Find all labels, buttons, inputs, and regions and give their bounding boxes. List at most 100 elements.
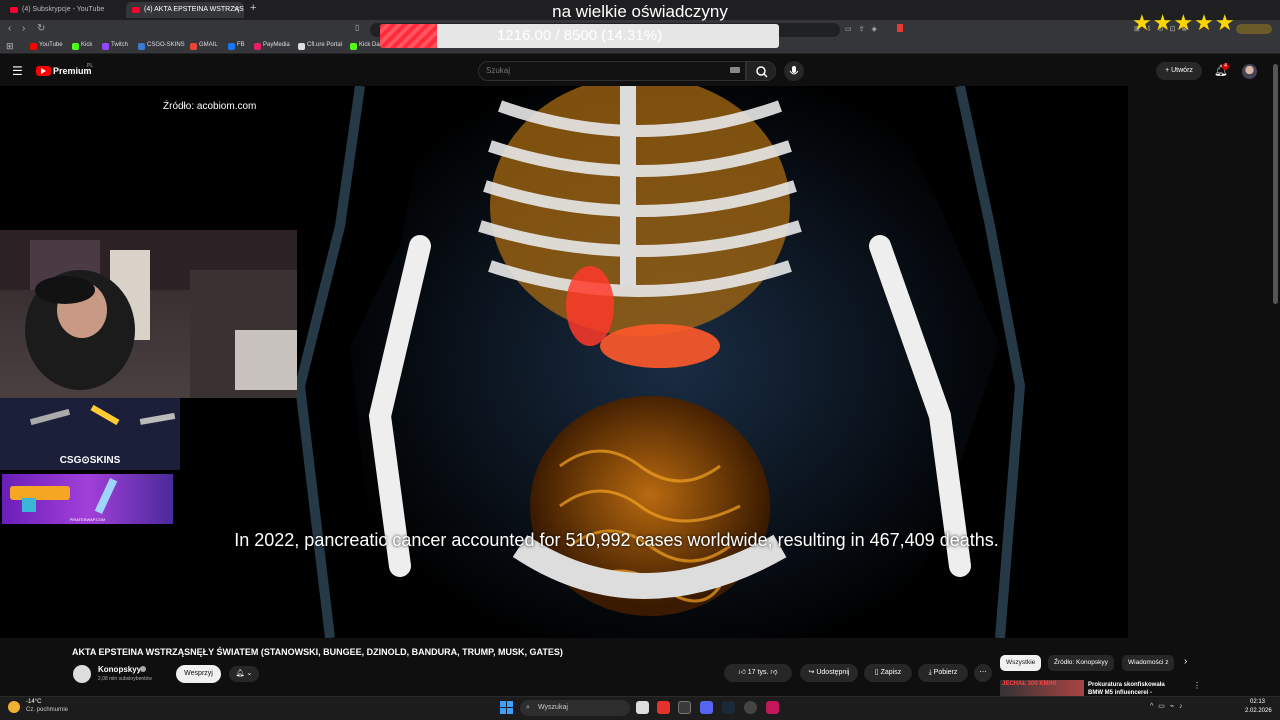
close-tab-icon[interactable]: ✕ (233, 2, 240, 18)
adblock-icon[interactable] (897, 24, 903, 32)
keyboard-icon[interactable] (730, 67, 740, 73)
like-dislike-group: 👍︎ 17 tys. 👎︎ (724, 664, 792, 682)
tab-subscriptions[interactable]: (4) Subskrypcje - YouTube (4, 2, 122, 18)
streamer-webcam (0, 230, 297, 398)
more-actions-button[interactable]: ⋯ (974, 664, 992, 682)
bookmark-paymedia[interactable]: PayMedia (254, 42, 290, 50)
bookmark-cfl-portal[interactable]: Cfl.ure Portal (298, 42, 342, 50)
chip-news[interactable]: Wiadomości z (1122, 655, 1174, 671)
tab-label: (4) Subskrypcje - YouTube (22, 6, 105, 13)
youtube-favicon-icon (132, 7, 140, 13)
taskbar-search[interactable]: ⌕ Wyszukaj (520, 700, 630, 716)
bookmark-icon[interactable]: ▯ (355, 23, 359, 32)
webcam-image (0, 230, 297, 398)
sponsor-brand-label: CSG⊙SKINS (59, 455, 121, 466)
tab-current-video[interactable]: (4) AKTA EPSTEINA WSTRZĄS ✕ (126, 2, 244, 18)
save-label: Zapisz (880, 669, 902, 676)
obs-icon[interactable] (744, 701, 757, 714)
bookmark-youtube[interactable]: YouTube (30, 42, 63, 50)
like-button[interactable]: 👍︎ 17 tys. (739, 669, 769, 676)
bookmark-fb[interactable]: FB (228, 42, 245, 50)
youtube-favicon-icon (10, 7, 18, 13)
bell-icon: 🔔︎ (235, 670, 245, 677)
discord-icon[interactable] (700, 701, 713, 714)
forward-icon[interactable]: › (22, 23, 25, 34)
download-label: Pobierz (933, 669, 958, 676)
back-icon[interactable]: ‹ (8, 23, 11, 34)
sponsor-banner-text: PIRATESWAP.COM (69, 517, 106, 522)
chip-all[interactable]: Wszystkie (1000, 655, 1042, 671)
like-count: 17 tys. (747, 669, 769, 676)
weather-temperature: -14°C (26, 699, 42, 705)
search-button[interactable] (746, 61, 776, 81)
app-icon[interactable] (678, 701, 691, 714)
recommendation-thumbnail[interactable]: JECHAŁ 300 KM/H! (1000, 680, 1084, 696)
join-button[interactable]: Wesprzyj (176, 665, 221, 683)
bookmark-kick[interactable]: Kick (72, 42, 93, 50)
bookmark-label: Twitch (111, 42, 129, 48)
youtube-premium-label[interactable]: Premium (53, 66, 92, 76)
banner-gun-image (10, 477, 118, 515)
share-button[interactable]: ↪ Udostępnij (800, 664, 858, 682)
bookmark-gmail[interactable]: GMAIL (190, 42, 218, 50)
extension-icons[interactable]: ▭⇪◈ (845, 25, 884, 33)
profile-chip[interactable] (1236, 24, 1272, 34)
weather-icon[interactable] (8, 701, 20, 713)
secondary-column (1128, 86, 1280, 638)
country-code: PL (87, 63, 94, 69)
dislike-button[interactable]: 👎︎ (770, 669, 777, 676)
download-button[interactable]: ⤓ Pobierz (918, 664, 968, 682)
search-input[interactable] (486, 66, 716, 75)
system-tray-icons[interactable]: ^▭⌁♪ (1150, 702, 1188, 710)
more-icon: ⋯ (979, 669, 987, 676)
play-glyph-icon (41, 68, 46, 74)
new-tab-icon[interactable]: + (250, 2, 256, 14)
chip-from-channel[interactable]: Źródło: Konopskyy (1048, 655, 1114, 671)
streaming-app-icon[interactable] (766, 701, 779, 714)
kick-icon (72, 43, 79, 50)
page-scrollbar[interactable] (1273, 64, 1278, 304)
steam-icon[interactable] (722, 701, 735, 714)
bookmark-label: Kick (81, 42, 93, 48)
taskbar-search-label: Wyszukaj (538, 704, 568, 711)
create-button[interactable]: + Utwórz (1156, 62, 1202, 80)
reload-icon[interactable]: ↻ (37, 23, 45, 34)
bookmark-label: GMAIL (199, 42, 218, 48)
bookmark-twitch[interactable]: Twitch (102, 42, 129, 50)
file-explorer-icon[interactable] (636, 701, 649, 714)
recommendation-more-icon[interactable]: ⋮ (1193, 681, 1201, 690)
chevron-down-icon: ⌄ (244, 670, 253, 677)
voice-search-button[interactable] (784, 61, 804, 81)
subscription-bell-button[interactable]: 🔔︎ ⌄ (229, 666, 259, 682)
bookmark-csgo-skins[interactable]: CSGO-SKINS (138, 42, 185, 50)
verified-icon (140, 666, 146, 672)
windows-start-icon[interactable] (500, 701, 513, 714)
weather-description: Cz. pochmurnie (26, 707, 69, 713)
recommendation-title[interactable]: Prokuratura skonfiskowała BMW M5 influen… (1088, 681, 1178, 697)
tab-label: (4) AKTA EPSTEINA WSTRZĄS (144, 6, 244, 13)
video-caption: In 2022, pancreatic cancer accounted for… (234, 530, 999, 550)
thumbs-up-icon: 👍︎ (738, 669, 748, 676)
thumbnail-text: JECHAŁ 300 KM/H! (1002, 681, 1057, 687)
bookmark-label: YouTube (39, 42, 63, 48)
brave-browser-icon[interactable] (657, 701, 670, 714)
twitch-icon (102, 43, 109, 50)
channel-name[interactable]: Konopskyy (98, 665, 141, 674)
csgo-skins-icon (138, 43, 145, 50)
channel-avatar[interactable] (73, 665, 91, 683)
rating-stars-icon: ★★★★★ (1132, 10, 1236, 35)
youtube-icon (30, 43, 37, 50)
subscriber-count: 2,08 mln subskrybentów (98, 676, 152, 682)
bookmark-label: CSGO-SKINS (147, 42, 185, 48)
paymedia-icon (254, 43, 261, 50)
menu-icon[interactable]: ☰ (12, 64, 23, 78)
bookmark-label: FB (237, 42, 245, 48)
portal-icon (298, 43, 305, 50)
apps-grid-icon[interactable]: ⊞ (6, 41, 14, 52)
account-avatar[interactable] (1242, 64, 1257, 79)
save-button[interactable]: ▯ Zapisz (864, 664, 912, 682)
search-icon: ⌕ (526, 704, 530, 711)
chevron-right-icon[interactable]: › (1184, 656, 1187, 667)
video-source-label: Źródło: acobiom.com (163, 101, 257, 112)
donation-goal-text: 1216.00 / 8500 (14.31%) (496, 27, 663, 44)
